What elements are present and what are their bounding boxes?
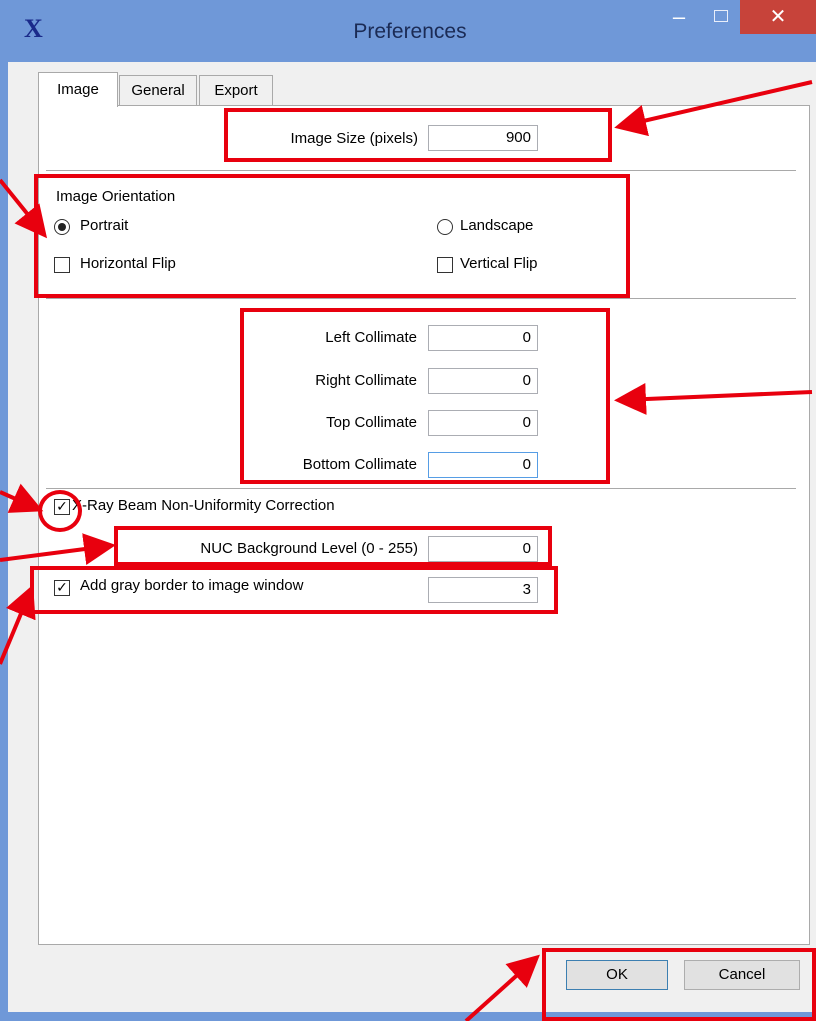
arrow-collimate — [614, 383, 813, 415]
arrow-nuc-level — [0, 533, 116, 565]
tab-image[interactable]: Image — [38, 72, 118, 107]
arrow-buttons — [464, 954, 540, 1021]
arrow-gray-border — [0, 584, 36, 665]
arrow-image-size — [614, 80, 813, 137]
arrow-nuc-checkbox — [0, 483, 44, 513]
annotation-arrows — [0, 80, 813, 1021]
arrow-orientation — [0, 178, 48, 239]
